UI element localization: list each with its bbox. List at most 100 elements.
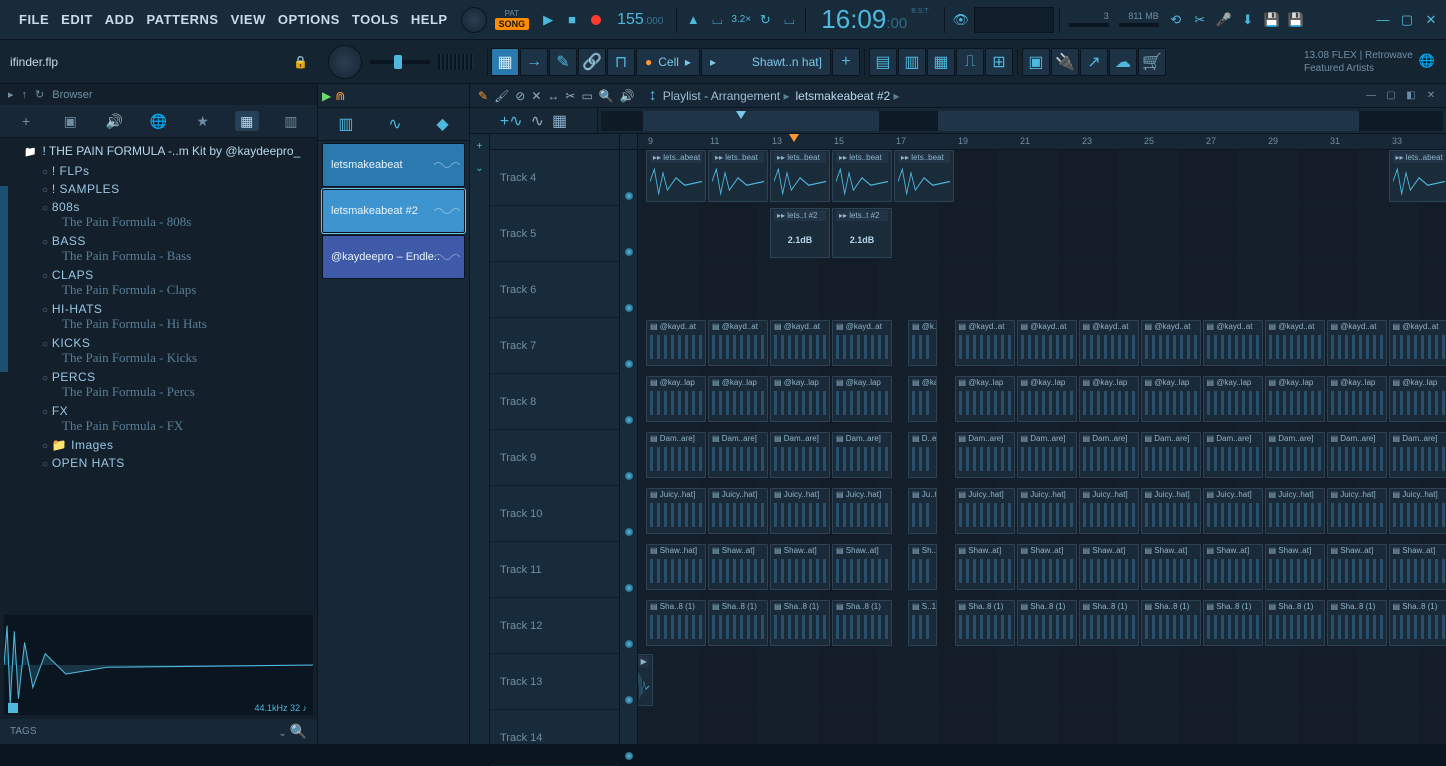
pattern-clip[interactable]: ▤ Sha..8 (1): [1017, 600, 1077, 646]
pl-detach[interactable]: ◧: [1402, 89, 1420, 103]
arrangement-grid[interactable]: 9111315171921232527293133353739414345474…: [638, 134, 1446, 744]
pattern-clip[interactable]: ▤ @kayd..at: [1327, 320, 1387, 366]
track-enable-dot[interactable]: [625, 416, 633, 424]
pattern-clip[interactable]: ▤ Shaw..at]: [770, 544, 830, 590]
tree-item[interactable]: CLAPS: [42, 268, 317, 282]
pattern-clip[interactable]: ▤ @kay..lap: [1203, 376, 1263, 422]
track-enable-dot[interactable]: [625, 528, 633, 536]
pattern-clip[interactable]: ▤ Dam..are]: [1141, 432, 1201, 478]
tree-item[interactable]: KICKS: [42, 336, 317, 350]
presets-icon[interactable]: ↗: [1080, 48, 1108, 76]
pattern-clip[interactable]: ▤ Juicy..hat]: [1327, 488, 1387, 534]
cloud-icon[interactable]: ☁: [1109, 48, 1137, 76]
tree-item[interactable]: ! FLPs: [42, 164, 317, 178]
browser-tree[interactable]: ! THE PAIN FORMULA -..m Kit by @kaydeepr…: [0, 138, 317, 611]
pattern-clip[interactable]: ▤ Juicy..hat]: [1265, 488, 1325, 534]
grid-row[interactable]: ▶: [638, 654, 1446, 710]
pianoroll-icon[interactable]: ▦: [927, 48, 955, 76]
pattern-clip[interactable]: ▤ @kay..lap: [1389, 376, 1446, 422]
star-icon[interactable]: ★: [191, 111, 215, 131]
pattern-clip[interactable]: ▤ Shaw..at]: [1141, 544, 1201, 590]
track-label[interactable]: Track 12: [490, 598, 619, 654]
audio-clip[interactable]: ▶: [638, 654, 653, 706]
pat-song-toggle[interactable]: PAT SONG: [495, 9, 530, 30]
record-button[interactable]: [585, 9, 607, 31]
plugin-icon[interactable]: 🔌: [1051, 48, 1079, 76]
audio-clip[interactable]: ▸▸ lets..beat: [832, 150, 892, 202]
audio-clip[interactable]: ▸▸ lets..abeat: [646, 150, 706, 202]
track-label[interactable]: Track 13: [490, 654, 619, 710]
grid-row[interactable]: [638, 262, 1446, 318]
pattern-clip[interactable]: ▤ @kayd..at: [1389, 320, 1446, 366]
pattern-clip[interactable]: ▤ Sha..8 (1): [1327, 600, 1387, 646]
pattern-clip[interactable]: ▤ Dam..are]: [646, 432, 706, 478]
window-maximize[interactable]: ▢: [1396, 9, 1418, 31]
pattern-clip[interactable]: ▤ @kay..lap: [1327, 376, 1387, 422]
grid-row[interactable]: ▤ Juicy..hat]▤ Juicy..hat]▤ Juicy..hat]▤…: [638, 486, 1446, 542]
delete-tool-icon[interactable]: ⊘: [513, 89, 527, 103]
grid-row[interactable]: ▤ Shaw..hat]▤ Shaw..at]▤ Shaw..at]▤ Shaw…: [638, 542, 1446, 598]
select-tool-icon[interactable]: ▭: [579, 89, 594, 103]
pattern-clip[interactable]: ▤ @kayd..at: [1141, 320, 1201, 366]
pattern-clip[interactable]: ▤ @kay..lap: [832, 376, 892, 422]
menu-tools[interactable]: TOOLS: [347, 8, 404, 31]
browser-back-icon[interactable]: [8, 88, 14, 101]
tree-item[interactable]: HI-HATS: [42, 302, 317, 316]
copy-icon[interactable]: ▣: [58, 111, 82, 131]
pl-close[interactable]: ✕: [1422, 89, 1440, 103]
pattern-clip[interactable]: ▤ Juicy..hat]: [646, 488, 706, 534]
add-track-icon[interactable]: +: [832, 48, 860, 76]
picker-audio-icon[interactable]: ∿: [388, 114, 401, 134]
mic-icon[interactable]: 🎤: [1213, 9, 1235, 31]
web-icon[interactable]: 🌐: [146, 111, 170, 131]
pattern-clip[interactable]: ▤ Shaw..at]: [955, 544, 1015, 590]
overdub-icon[interactable]: ↻: [754, 9, 776, 31]
audio-clip[interactable]: ▸▸ lets..beat: [708, 150, 768, 202]
snap-arrow-icon[interactable]: →: [520, 48, 548, 76]
pattern-clip[interactable]: ▤ Sha..8 (1): [708, 600, 768, 646]
pattern-clip[interactable]: ▤ @kay..lap: [1141, 376, 1201, 422]
grid-row[interactable]: [638, 710, 1446, 744]
pattern-clip[interactable]: ▤ @kayd..at: [646, 320, 706, 366]
add-clip-icon[interactable]: +∿: [500, 111, 523, 131]
wait-input-icon[interactable]: ⌴: [706, 9, 728, 31]
pl-maximize[interactable]: ▢: [1382, 89, 1400, 103]
pattern-clip[interactable]: ▤ @kayd..at: [708, 320, 768, 366]
audio-clip[interactable]: ▸▸ lets..beat: [770, 150, 830, 202]
gain-clip[interactable]: ▸▸ lets..t #22.1dB: [770, 208, 830, 258]
window-close[interactable]: ✕: [1420, 9, 1442, 31]
brush-icon[interactable]: ✎: [549, 48, 577, 76]
playlist-view-button[interactable]: ▦: [491, 48, 519, 76]
plus-icon[interactable]: +: [14, 111, 38, 131]
pattern-item[interactable]: letsmakeabeat #2: [322, 189, 465, 233]
pattern-clip[interactable]: ▤ Sha..8 (1): [832, 600, 892, 646]
zoom-tool-icon[interactable]: 🔍: [597, 89, 616, 103]
track-label[interactable]: Track 4: [490, 150, 619, 206]
tree-item[interactable]: FX: [42, 404, 317, 418]
shop-icon[interactable]: 🛒: [1138, 48, 1166, 76]
pattern-clip[interactable]: ▤ Sha..8 (1): [1389, 600, 1446, 646]
pattern-clip[interactable]: ▤ Ju..t]: [908, 488, 937, 534]
pattern-clip[interactable]: ▤ Shaw..at]: [1017, 544, 1077, 590]
grid-row[interactable]: ▸▸ lets..t #22.1dB▸▸ lets..t #22.1dB▸▸ l…: [638, 206, 1446, 262]
pattern-clip[interactable]: ▤ Sha..8 (1): [1203, 600, 1263, 646]
main-volume-knob[interactable]: [461, 7, 487, 33]
grid-row[interactable]: ▤ @kay..lap▤ @kay..lap▤ @kay..lap▤ @kay.…: [638, 374, 1446, 430]
pattern-clip[interactable]: ▤ @kay..p: [908, 376, 937, 422]
grid-row[interactable]: ▤ Dam..are]▤ Dam..are]▤ Dam..are]▤ Dam..…: [638, 430, 1446, 486]
pl-minimize[interactable]: —: [1362, 89, 1380, 103]
track-enable-dot[interactable]: [625, 640, 633, 648]
channelrack-icon[interactable]: ▤: [869, 48, 897, 76]
pattern-clip[interactable]: ▤ @kayd..at: [1079, 320, 1139, 366]
pattern-clip[interactable]: ▤ Shaw..at]: [1389, 544, 1446, 590]
pattern-clip[interactable]: ▤ Dam..are]: [1203, 432, 1263, 478]
pattern-clip[interactable]: ▤ @kayd..at: [1265, 320, 1325, 366]
menu-patterns[interactable]: PATTERNS: [141, 8, 223, 31]
preview-waveform[interactable]: 44.1kHz 32 ♪: [4, 615, 313, 715]
pattern-clip[interactable]: ▤ Dam..are]: [1079, 432, 1139, 478]
undo-icon[interactable]: ⟲: [1165, 9, 1187, 31]
pattern-clip[interactable]: ▤ Dam..are]: [1389, 432, 1446, 478]
track-label[interactable]: Track 8: [490, 374, 619, 430]
pattern-clip[interactable]: ▤ Sha..8 (1): [646, 600, 706, 646]
lock-icon[interactable]: 🔒: [293, 55, 308, 69]
